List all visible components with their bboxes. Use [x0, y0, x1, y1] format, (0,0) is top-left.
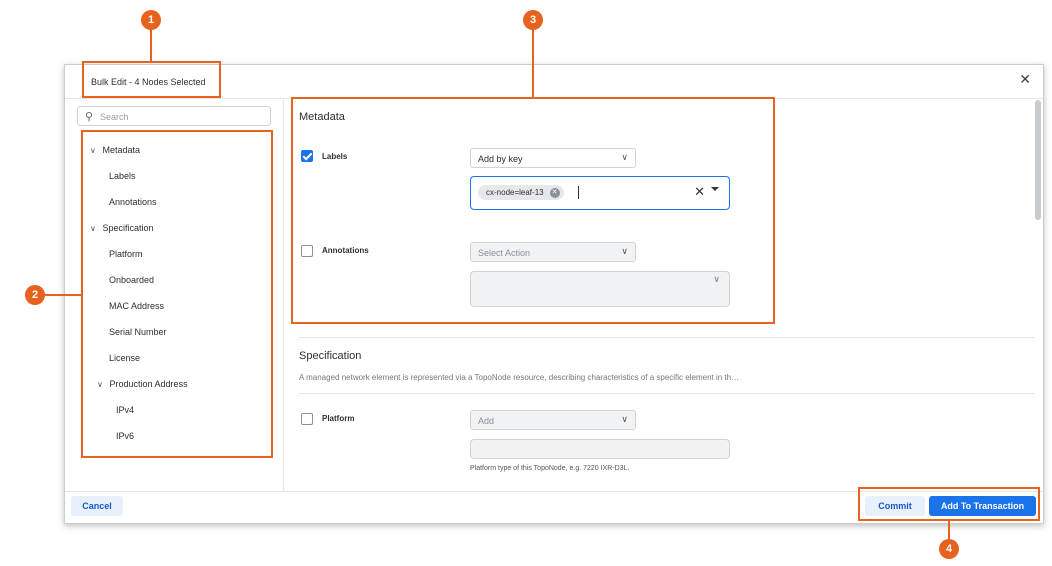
- platform-helper-text: Platform type of this TopoNode, e.g. 722…: [470, 465, 630, 472]
- platform-field-label: Platform: [322, 414, 355, 423]
- annotation-connector: [150, 29, 152, 61]
- callout-badge: 2: [25, 285, 45, 305]
- callout-badge: 3: [523, 10, 543, 30]
- chevron-down-icon: ∨: [621, 414, 628, 424]
- search-icon: ⚲: [85, 111, 94, 123]
- specification-description: A managed network element is represented…: [299, 373, 740, 382]
- platform-value-field[interactable]: [470, 439, 730, 459]
- section-divider: [299, 393, 1035, 394]
- search-input[interactable]: [100, 110, 260, 123]
- callout-badge: 1: [141, 10, 161, 30]
- scrollbar[interactable]: [1035, 100, 1041, 220]
- section-title-specification: Specification: [299, 350, 362, 362]
- select-value: Add: [478, 416, 495, 426]
- platform-checkbox[interactable]: [301, 413, 313, 425]
- callout-badge: 4: [939, 539, 959, 559]
- annotation-connector: [44, 294, 81, 296]
- search-field[interactable]: ⚲: [77, 106, 271, 126]
- cancel-button[interactable]: Cancel: [71, 496, 123, 516]
- section-divider: [299, 337, 1035, 338]
- annotation-box-metadata: [291, 97, 775, 324]
- annotation-box-actions: [858, 487, 1040, 521]
- annotation-box-nav: [81, 130, 273, 458]
- annotation-connector: [948, 521, 950, 540]
- platform-action-select[interactable]: Add ∨: [470, 410, 636, 430]
- close-icon[interactable]: ✕: [1019, 71, 1031, 88]
- annotation-box-title: [82, 61, 221, 98]
- annotation-connector: [532, 29, 534, 97]
